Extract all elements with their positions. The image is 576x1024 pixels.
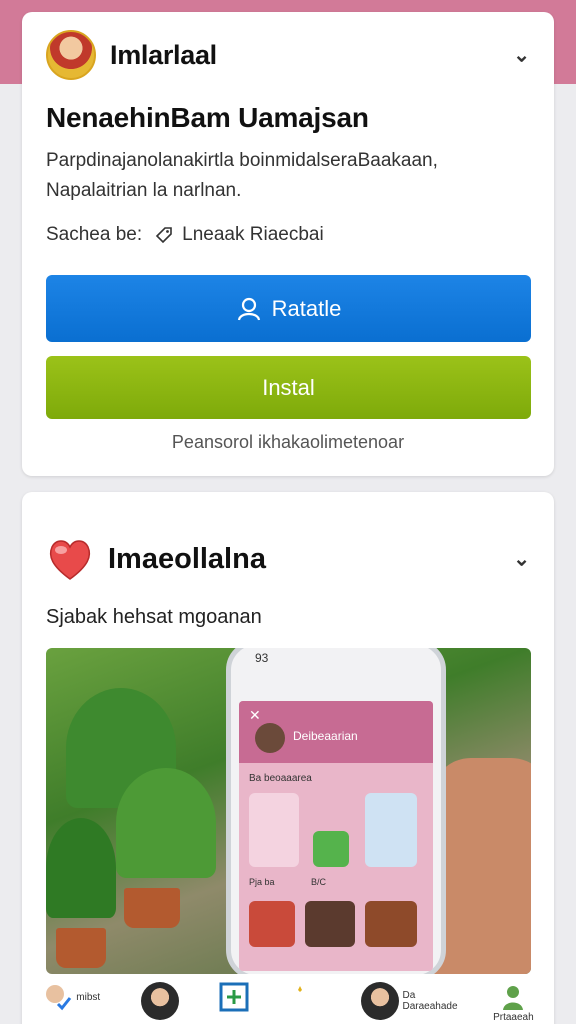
chat-icon: [313, 831, 349, 867]
tag-icon: [154, 225, 174, 245]
tab-1[interactable]: mibst: [42, 982, 100, 1012]
share-target[interactable]: Lneaak Riaecbai: [182, 224, 324, 246]
page-title: NenaehinBam Uamajsan: [46, 102, 369, 133]
app-card: Imlarlaal ⌄ NenaehinBam Uamajsan Parpdin…: [22, 12, 554, 476]
tab-5[interactable]: Da Daraeahade: [360, 982, 458, 1020]
tile: [365, 793, 417, 867]
chevron-down-icon[interactable]: ⌄: [513, 43, 530, 68]
app-header-2: Imaeollalna ⌄: [46, 534, 530, 584]
app-header: Imlarlaal ⌄: [46, 30, 530, 80]
tab-label: Da Daraeahade: [402, 990, 458, 1012]
heart-icon: [46, 536, 94, 582]
avatar-icon: [360, 982, 399, 1020]
phone-mockup: 93 ✕ Deibeaarian Ba beoaaarea Pja ba B/C: [226, 648, 446, 974]
install-button[interactable]: Instal: [46, 356, 531, 419]
tile: [305, 901, 355, 947]
avatar-icon: [140, 982, 179, 1020]
app-name-2: Imaeollalna: [108, 542, 266, 575]
description: Parpdinajanolanakirtla boinmidalseraBaak…: [46, 150, 438, 201]
tile: [249, 901, 295, 947]
avatar-check-icon: [42, 982, 72, 1012]
tab-3[interactable]: [219, 982, 249, 1012]
primary-button-label: Ratatle: [271, 295, 342, 321]
tile-label: Pja ba: [249, 877, 275, 887]
bottom-tab-bar: mibst Da Daraeahade Prtaaeah: [22, 976, 554, 1024]
add-icon: [219, 982, 249, 1012]
tab-2[interactable]: [140, 982, 179, 1020]
chevron-down-icon[interactable]: ⌄: [513, 547, 530, 572]
tab-6[interactable]: Prtaaeah: [493, 982, 534, 1023]
phone-status: 93: [255, 651, 269, 665]
app-avatar: [46, 30, 96, 80]
app-card-2: Imaeollalna ⌄ Sjabak hehsat mgoanan 93 ✕…: [22, 492, 554, 1024]
hand: [431, 758, 531, 974]
tile: [249, 793, 299, 867]
person-icon: [498, 982, 528, 1012]
sparkle-icon: [290, 982, 320, 1012]
tile-label: B/C: [311, 877, 327, 887]
close-icon: ✕: [249, 707, 261, 723]
footnote: Peansorol ikhakaolimetenoar: [171, 432, 405, 452]
tab-label: mibst: [76, 991, 101, 1003]
tab-4[interactable]: [290, 982, 320, 1012]
plant: [46, 818, 116, 918]
plant: [116, 768, 216, 878]
tile: [365, 901, 417, 947]
install-button-label: Instal: [262, 374, 315, 400]
phone-screen: ✕ Deibeaarian Ba beoaaarea Pja ba B/C: [239, 701, 433, 971]
screen-header: ✕ Deibeaarian: [239, 701, 433, 763]
tab-label: Prtaaeah: [493, 1012, 534, 1023]
pot: [56, 928, 106, 968]
screen-title: Deibeaarian: [293, 729, 358, 743]
share-label: Sachea be:: [46, 224, 143, 245]
subtitle: Sjabak hehsat mgoanan: [46, 606, 262, 628]
avatar: [255, 723, 285, 753]
primary-button[interactable]: Ratatle: [46, 275, 531, 342]
share-row: Sachea be: Lneaak Riaecbai: [46, 224, 324, 246]
pot: [124, 888, 180, 928]
person-icon: [236, 296, 262, 322]
app-name: Imlarlaal: [110, 39, 217, 70]
screen-subtitle: Ba beoaaarea: [249, 773, 312, 784]
promo-image: 93 ✕ Deibeaarian Ba beoaaarea Pja ba B/C: [46, 648, 531, 974]
